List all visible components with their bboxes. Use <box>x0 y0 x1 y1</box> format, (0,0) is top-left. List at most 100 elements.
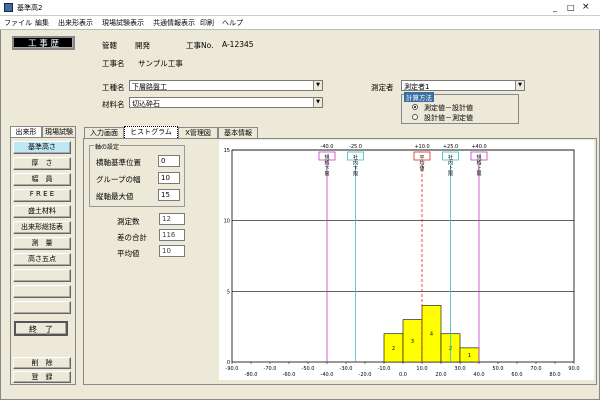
histogram-chart: 051015-90.0-80.0-70.0-60.0-50.0-40.0-30.… <box>224 144 580 378</box>
menu-help[interactable]: ヘルプ <box>222 18 243 28</box>
sokuteisha-select[interactable]: 測定者1 ▼ <box>401 80 525 91</box>
reference-value-label: +10.0 <box>414 144 429 150</box>
x-tick-label: 20.0 <box>435 372 446 378</box>
count-value: 12 <box>159 213 185 225</box>
reference-value-label: +40.0 <box>471 144 486 150</box>
empty-button-3[interactable] <box>13 301 71 314</box>
x-tick-label: 70.0 <box>530 366 541 372</box>
sokuteisha-value: 測定者1 <box>404 83 430 91</box>
x-tick-label: -30.0 <box>340 366 353 372</box>
diff-sum-value: 116 <box>159 229 185 241</box>
x-tick-label: -20.0 <box>359 372 372 378</box>
x-tick-label: -10.0 <box>378 366 391 372</box>
x-tick-label: -90.0 <box>226 366 239 372</box>
koushu-label: 工種名 <box>102 83 125 92</box>
chevron-down-icon[interactable]: ▼ <box>313 98 322 107</box>
kankatsu-label: 管轄 <box>102 41 117 50</box>
free-button[interactable]: F R E E <box>13 189 71 202</box>
x-tick-label: -50.0 <box>302 366 315 372</box>
average-value: 10 <box>159 245 185 257</box>
zairyo-select[interactable]: 切込砕石 ▼ <box>129 97 323 108</box>
yokojiku-label: 横軸基準位置 <box>96 158 141 167</box>
tab-genba-shiken[interactable]: 現場試験 <box>42 126 76 137</box>
title-bar: 基準高2 _ □ × <box>0 0 600 16</box>
morido-zairyo-button[interactable]: 盛土材料 <box>13 205 71 218</box>
bar-count-label: 2 <box>392 346 395 352</box>
koushu-value: 下層路盤工 <box>132 83 167 91</box>
reference-label-char: 値 <box>419 165 424 172</box>
window-title: 基準高2 <box>17 4 43 12</box>
koushu-select[interactable]: 下層路盤工 ▼ <box>129 80 323 91</box>
menu-dekigata[interactable]: 出来形表示 <box>58 18 93 28</box>
bar-count-label: 1 <box>468 353 471 359</box>
reference-label-char: 限 <box>476 171 481 178</box>
bar-count-label: 4 <box>430 332 433 338</box>
tab-input[interactable]: 入力画面 <box>84 127 124 138</box>
minimize-button[interactable]: _ <box>553 3 557 12</box>
x-tick-label: -70.0 <box>264 366 277 372</box>
tab-x-chart[interactable]: X管理図 <box>178 127 218 138</box>
reference-value-label: +25.0 <box>443 144 458 150</box>
reference-value-label: -25.0 <box>349 144 362 150</box>
menu-kyoutsu[interactable]: 共通情報表示 <box>153 18 195 28</box>
kijundaka-button[interactable]: 基準高さ <box>13 141 71 154</box>
reference-value-label: -40.0 <box>321 144 334 150</box>
register-button[interactable]: 登 録 <box>13 371 71 383</box>
x-tick-label: 0.0 <box>399 372 407 378</box>
x-tick-label: 40.0 <box>473 372 484 378</box>
kouji-reki-button[interactable]: 工 事 歴 <box>12 36 75 50</box>
kouji-mei-label: 工事名 <box>102 59 125 68</box>
x-tick-label: 60.0 <box>511 372 522 378</box>
yokojiku-input[interactable]: 0 <box>158 155 180 167</box>
diff-sum-label: 差の合計 <box>117 233 147 242</box>
x-tick-label: -40.0 <box>321 372 334 378</box>
group-width-label: グループの幅 <box>96 175 141 184</box>
x-tick-label: -80.0 <box>245 372 258 378</box>
keisan-group-title: 計算方法 <box>404 92 434 102</box>
y-tick-label: 15 <box>224 148 230 154</box>
end-button[interactable]: 終 了 <box>14 321 68 336</box>
average-label: 平均値 <box>117 249 140 258</box>
empty-button-1[interactable] <box>13 269 71 282</box>
menu-print[interactable]: 印刷 <box>200 18 214 28</box>
kouji-no-value: A-12345 <box>222 40 254 49</box>
takasa-goten-button[interactable]: 高さ五点 <box>13 253 71 266</box>
sokuteisha-label: 測定者 <box>371 83 394 92</box>
kouji-mei-value: サンプル工事 <box>138 59 183 68</box>
reference-label-char: 限 <box>353 171 358 178</box>
x-tick-label: 50.0 <box>492 366 503 372</box>
x-tick-label: 90.0 <box>568 366 579 372</box>
x-tick-label: 10.0 <box>416 366 427 372</box>
menu-genba-shiken[interactable]: 現場試験表示 <box>102 18 144 28</box>
maximize-button[interactable]: □ <box>567 3 575 12</box>
empty-button-2[interactable] <box>13 285 71 298</box>
haba-button[interactable]: 幅 員 <box>13 173 71 186</box>
keisan-radio-1[interactable] <box>412 104 418 110</box>
tab-histogram[interactable]: ヒストグラム <box>124 126 178 138</box>
keisan-option-2: 設計値－測定値 <box>424 114 473 122</box>
tatejiku-max-input[interactable]: 15 <box>158 189 180 201</box>
x-tick-label: 30.0 <box>454 366 465 372</box>
axis-settings-group: 軸の設定 横軸基準位置 0 グループの幅 10 縦軸最大値 15 <box>89 142 185 207</box>
dekigata-soukatsu-button[interactable]: 出来形総括表 <box>13 221 71 234</box>
axis-settings-title: 軸の設定 <box>94 142 121 151</box>
kouji-no-label: 工事No. <box>186 41 214 50</box>
keisan-radio-2[interactable] <box>412 114 418 120</box>
tatejiku-max-label: 縦軸最大値 <box>96 192 134 201</box>
delete-button[interactable]: 削 除 <box>13 357 71 369</box>
sokuryo-button[interactable]: 測 量 <box>13 237 71 250</box>
group-width-input[interactable]: 10 <box>158 172 180 184</box>
close-button[interactable]: × <box>582 2 590 12</box>
tab-basic-info[interactable]: 基本情報 <box>218 127 258 138</box>
menu-file[interactable]: ファイル <box>4 18 32 28</box>
keisan-group: 計算方法 測定値－設計値 設計値－測定値 <box>401 92 519 124</box>
chevron-down-icon[interactable]: ▼ <box>515 81 524 90</box>
kankatsu-value: 開発 <box>135 41 150 50</box>
histogram-area: 0 5 10 15 -90.0 -80.0 -70.0 -60.0 -50.0 -40.0 -30.… <box>219 140 594 380</box>
radio-dot-icon <box>414 106 416 108</box>
atsusa-button[interactable]: 厚 さ <box>13 157 71 170</box>
y-tick-label: 10 <box>224 219 230 225</box>
menu-edit[interactable]: 編集 <box>35 18 49 28</box>
chevron-down-icon[interactable]: ▼ <box>313 81 322 90</box>
tab-dekigata[interactable]: 出来形 <box>10 126 42 137</box>
